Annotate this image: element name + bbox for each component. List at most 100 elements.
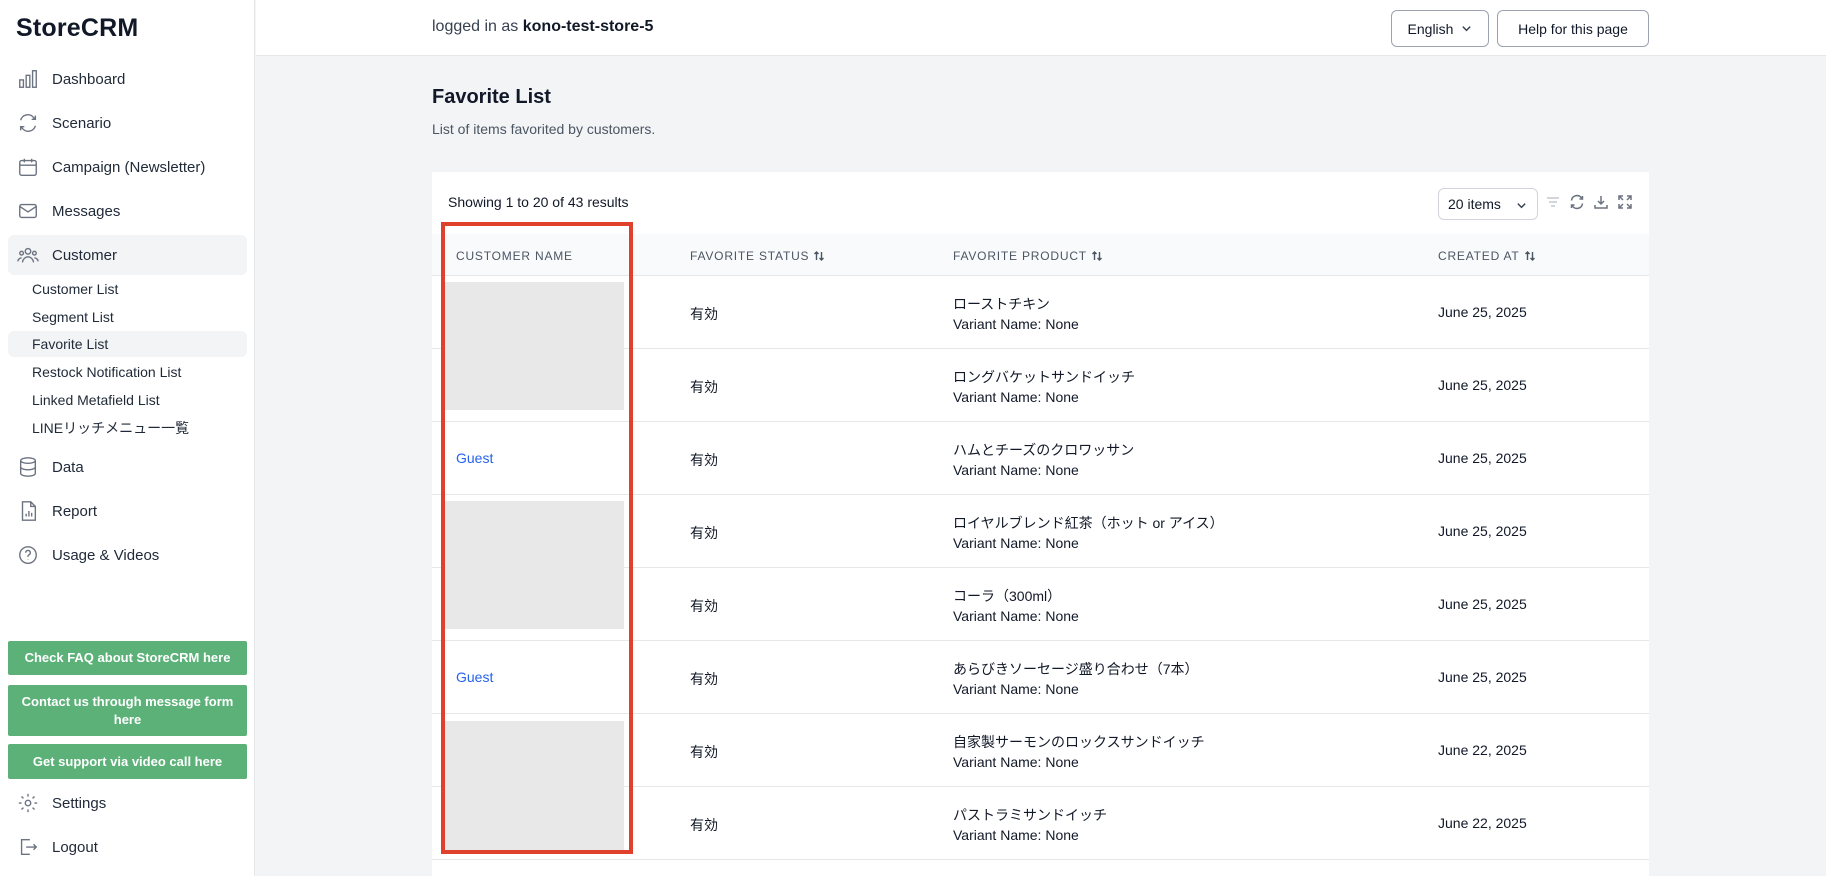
- created-at: June 25, 2025: [1438, 377, 1527, 393]
- sidebar-item-label: Logout: [52, 838, 98, 856]
- question-icon: [16, 543, 40, 567]
- product-name: あらびきソーセージ盛り合わせ（7本）: [953, 661, 1199, 677]
- top-bar: logged in as kono-test-store-5 English H…: [256, 0, 1830, 56]
- favorite-product: ロイヤルブレンド紅茶（ホット or アイス） Variant Name: Non…: [953, 513, 1224, 553]
- logout-icon: [16, 835, 40, 859]
- column-header-created-at[interactable]: CREATED AT: [1438, 249, 1536, 263]
- document-chart-icon: [16, 499, 40, 523]
- mail-icon: [16, 199, 40, 223]
- table-row[interactable]: Guest 有効 ハムとチーズのクロワッサン Variant Name: Non…: [432, 422, 1649, 495]
- favorite-product: コーラ（300ml） Variant Name: None: [953, 586, 1079, 626]
- product-name: 自家製サーモンのロックスサンドイッチ: [953, 734, 1205, 750]
- variant-name: Variant Name: None: [953, 827, 1079, 843]
- sidebar-subitem-favorite-list[interactable]: Favorite List: [8, 331, 247, 357]
- sidebar-subitem-line-rich-menu-list[interactable]: LINEリッチメニュー一覧: [8, 415, 247, 441]
- variant-name: Variant Name: None: [953, 754, 1079, 770]
- table-row[interactable]: 有効 ロイヤルブレンド紅茶（ホット or アイス） Variant Name: …: [432, 495, 1649, 629]
- refresh-icon[interactable]: [1569, 194, 1585, 210]
- table-row[interactable]: 有効 自家製サーモンのロックスサンドイッチ Variant Name: None…: [432, 714, 1649, 850]
- favorite-status: 有効: [690, 817, 718, 833]
- variant-name: Variant Name: None: [953, 389, 1079, 405]
- product-name: コーラ（300ml）: [953, 588, 1062, 604]
- per-page-select[interactable]: 20 items: [1438, 188, 1538, 220]
- column-header-label: FAVORITE PRODUCT: [953, 249, 1087, 263]
- column-header-label: FAVORITE STATUS: [690, 249, 810, 263]
- sidebar-subitem-restock-notification-list[interactable]: Restock Notification List: [8, 359, 247, 385]
- sidebar-item-scenario[interactable]: Scenario: [8, 103, 247, 143]
- sidebar-item-label: Settings: [52, 794, 107, 812]
- per-page-value: 20 items: [1448, 196, 1501, 212]
- favorite-product: 自家製サーモンのロックスサンドイッチ Variant Name: None: [953, 732, 1205, 772]
- favorite-status: 有効: [690, 306, 718, 322]
- sidebar-subitem-customer-list[interactable]: Customer List: [8, 276, 247, 302]
- created-at: June 25, 2025: [1438, 450, 1527, 466]
- favorite-product: ロングバケットサンドイッチ Variant Name: None: [953, 367, 1135, 407]
- help-button[interactable]: Help for this page: [1497, 10, 1649, 47]
- window-scrollbar-track[interactable]: [1826, 0, 1830, 876]
- download-icon[interactable]: [1593, 194, 1609, 210]
- page-description: List of items favorited by customers.: [432, 121, 656, 137]
- column-header-customer-name[interactable]: CUSTOMER NAME: [456, 249, 573, 263]
- sidebar-item-logout[interactable]: Logout: [8, 827, 247, 867]
- sidebar-item-label: Scenario: [52, 114, 112, 132]
- sidebar-item-customer[interactable]: Customer: [8, 235, 247, 275]
- favorite-status: 有効: [690, 525, 718, 541]
- sidebar-subitem-linked-metafield-list[interactable]: Linked Metafield List: [8, 387, 247, 413]
- table-row[interactable]: 有効 パストラミサンドイッチ Variant Name: None June 2…: [432, 787, 1649, 860]
- sidebar-item-data[interactable]: Data: [8, 447, 247, 487]
- sidebar-item-campaign[interactable]: Campaign (Newsletter): [8, 147, 247, 187]
- contact-message-form-button[interactable]: Contact us through message form here: [8, 685, 247, 736]
- created-at: June 22, 2025: [1438, 742, 1527, 758]
- store-name: kono-test-store-5: [522, 18, 654, 35]
- product-name: ロイヤルブレンド紅茶（ホット or アイス）: [953, 515, 1224, 531]
- customer-name-link[interactable]: Guest: [456, 669, 493, 685]
- fullscreen-icon[interactable]: [1617, 194, 1633, 210]
- sidebar-item-usage-videos[interactable]: Usage & Videos: [8, 535, 247, 575]
- variant-name: Variant Name: None: [953, 681, 1079, 697]
- sort-icon: [1091, 250, 1103, 262]
- variant-name: Variant Name: None: [953, 316, 1079, 332]
- database-icon: [16, 455, 40, 479]
- chevron-down-icon: [1517, 203, 1526, 209]
- sidebar-item-messages[interactable]: Messages: [8, 191, 247, 231]
- product-name: ローストチキン: [953, 296, 1050, 312]
- bar-chart-icon: [16, 67, 40, 91]
- table-row[interactable]: 有効 ローストチキン Variant Name: None June 25, 2…: [432, 276, 1649, 410]
- page-title: Favorite List: [432, 86, 551, 108]
- column-header-favorite-status[interactable]: FAVORITE STATUS: [690, 249, 825, 263]
- variant-name: Variant Name: None: [953, 462, 1079, 478]
- table-row[interactable]: 有効 コーラ（300ml） Variant Name: None June 25…: [432, 568, 1649, 641]
- sidebar-item-label: Messages: [52, 202, 121, 220]
- column-filter-icon[interactable]: [1545, 194, 1561, 210]
- customer-name-link[interactable]: Guest: [456, 450, 493, 466]
- table-row[interactable]: Guest 有効 あらびきソーセージ盛り合わせ（7本） Variant Name…: [432, 641, 1649, 714]
- faq-button[interactable]: Check FAQ about StoreCRM here: [8, 641, 247, 675]
- favorite-status: 有効: [690, 671, 718, 687]
- gear-icon: [16, 791, 40, 815]
- variant-name: Variant Name: None: [953, 608, 1079, 624]
- sidebar-item-dashboard[interactable]: Dashboard: [8, 59, 247, 99]
- video-call-support-button[interactable]: Get support via video call here: [8, 744, 247, 779]
- sidebar-item-label: Customer: [52, 246, 118, 264]
- logged-in-prefix: logged in as: [432, 18, 519, 35]
- sidebar-subitem-segment-list[interactable]: Segment List: [8, 304, 247, 330]
- product-name: ハムとチーズのクロワッサン: [953, 442, 1135, 458]
- created-at: June 25, 2025: [1438, 596, 1527, 612]
- sort-icon: [813, 250, 825, 262]
- language-select[interactable]: English: [1391, 10, 1489, 47]
- sidebar-item-settings[interactable]: Settings: [8, 783, 247, 823]
- variant-name: Variant Name: None: [953, 535, 1079, 551]
- app-logo[interactable]: StoreCRM: [16, 14, 138, 43]
- sidebar-item-label: Usage & Videos: [52, 546, 160, 564]
- table-row[interactable]: 有効 ロングバケットサンドイッチ Variant Name: None June…: [432, 349, 1649, 422]
- column-header-favorite-product[interactable]: FAVORITE PRODUCT: [953, 249, 1103, 263]
- favorite-product: あらびきソーセージ盛り合わせ（7本） Variant Name: None: [953, 659, 1199, 699]
- chevron-down-icon: [1461, 23, 1472, 34]
- favorite-product: パストラミサンドイッチ Variant Name: None: [953, 805, 1107, 845]
- sidebar-item-report[interactable]: Report: [8, 491, 247, 531]
- favorite-status: 有効: [690, 744, 718, 760]
- column-header-label: CUSTOMER NAME: [456, 249, 573, 263]
- favorite-status: 有効: [690, 598, 718, 614]
- calendar-icon: [16, 155, 40, 179]
- sidebar-item-label: Data: [52, 458, 84, 476]
